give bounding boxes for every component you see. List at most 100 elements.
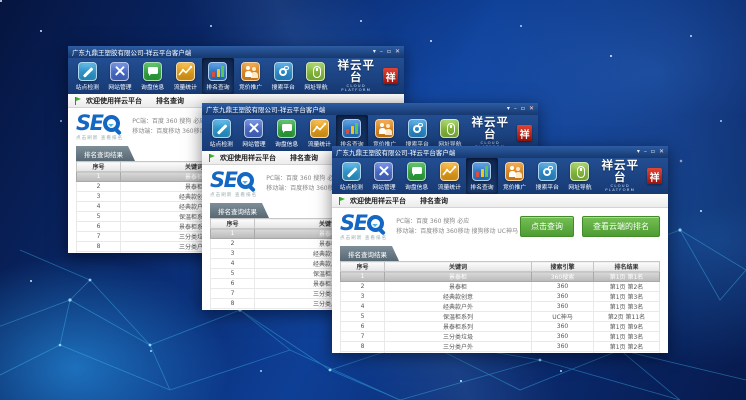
query-button[interactable]: 点击查询 (520, 216, 574, 237)
brand-name: 祥云平台 (332, 60, 380, 83)
column-header-rank: 排名结果 (594, 262, 660, 272)
skin-button[interactable]: ▾ (373, 49, 376, 55)
toolbar-item-label: 排名查询 (206, 82, 229, 91)
close-button[interactable]: ✕ (395, 49, 400, 55)
toolbar-item-site-nav[interactable]: 网址导航 (564, 158, 597, 194)
toolbar-item-search-platform[interactable]: 搜索平台 (531, 158, 564, 194)
window-title: 广东九鼎王塑胶有限公司-祥云平台客户端 (336, 147, 455, 157)
results-table: 序号 关键词 搜索引擎 排名结果 1景泰柜360搜索第1页 第1名2景泰柜360… (340, 261, 660, 353)
app-window[interactable]: 广东九鼎王塑胶有限公司-祥云平台客户端 ▾ – ▫ ✕ 站点检测 网站管理 询盘… (332, 146, 668, 353)
tools-icon (374, 162, 393, 181)
seo-logo-text: SE (210, 170, 236, 191)
table-row[interactable]: 1景泰柜360搜索第1页 第1名 (341, 272, 660, 282)
results-tab[interactable]: 排名查询结果 (76, 146, 135, 161)
skin-button[interactable]: ▾ (507, 106, 510, 112)
pencil-icon (342, 162, 361, 181)
seo-logo-tagline: 点击刷新 查看排名 (76, 135, 123, 141)
compass-icon (408, 119, 427, 138)
table-row[interactable]: 6景泰柜系列360第1页 第9名 (341, 322, 660, 332)
maximize-button[interactable]: ▫ (387, 49, 391, 55)
bar-chart-icon (472, 162, 491, 181)
titlebar[interactable]: 广东九鼎王塑胶有限公司-祥云平台客户端 ▾ – ▫ ✕ (68, 46, 404, 58)
engine-info: PC端：百度 360 搜狗 必应 移动端：百度移动 360移动 搜狗移动 UC神… (396, 217, 518, 236)
line-chart-icon (440, 162, 459, 181)
table-row[interactable]: 2景泰柜360第1页 第2名 (341, 282, 660, 292)
skin-button[interactable]: ▾ (637, 149, 640, 155)
minimize-button[interactable]: – (644, 149, 647, 155)
maximize-button[interactable]: ▫ (651, 149, 655, 155)
toolbar-item-label: 站点检测 (76, 82, 99, 91)
table-row[interactable]: 7三分类垃圾360第1页 第3名 (341, 332, 660, 342)
line-chart-icon (176, 62, 195, 81)
toolbar-item-inquiry-info[interactable]: 询盘信息 (400, 158, 433, 194)
results-table-body: 1景泰柜360搜索第1页 第1名2景泰柜360第1页 第2名3经典款创意360第… (341, 272, 660, 354)
brand-seal: 祥 (647, 168, 662, 184)
table-row[interactable]: 9智能垃圾房搜狗第1页 第3名 (341, 352, 660, 354)
toolbar-item-rank-query[interactable]: 排名查询 (466, 158, 499, 194)
message-icon (143, 62, 162, 81)
mouse-icon (570, 162, 589, 181)
toolbar-item-site-manage[interactable]: 网站管理 (368, 158, 401, 194)
toolbar-item-site-manage[interactable]: 网站管理 (238, 115, 271, 151)
toolbar-item-traffic-stats[interactable]: 流量统计 (303, 115, 336, 151)
brand-name: 祥云平台 (466, 117, 514, 140)
desktop-background: 广东九鼎王塑胶有限公司-祥云平台客户端 ▾ – ▫ ✕ 站点检测 网站管理 询盘… (0, 0, 746, 400)
toolbar-item-traffic-stats[interactable]: 流量统计 (433, 158, 466, 194)
mouse-icon (306, 62, 325, 81)
toolbar-item-label: 流量统计 (308, 139, 331, 148)
toolbar-item-site-manage[interactable]: 网站管理 (104, 58, 137, 94)
toolbar-item-label: 站点检测 (340, 182, 363, 191)
minimize-button[interactable]: – (514, 106, 517, 112)
pencil-icon (212, 119, 231, 138)
toolbar-item-traffic-stats[interactable]: 流量统计 (169, 58, 202, 94)
toolbar-item-site-check[interactable]: 站点检测 (71, 58, 104, 94)
bar-chart-icon (208, 62, 227, 81)
toolbar-item-ppc-promo[interactable]: 竞价推广 (498, 158, 531, 194)
table-row[interactable]: 8三分类户外360第1页 第2名 (341, 342, 660, 352)
seo-logo-tagline: 点击刷新 查看排名 (340, 235, 387, 241)
magnifier-icon (237, 172, 254, 189)
close-button[interactable]: ✕ (529, 106, 534, 112)
table-header-row: 序号 关键词 搜索引擎 排名结果 (341, 262, 660, 272)
magnifier-icon (103, 115, 120, 132)
message-icon (277, 119, 296, 138)
seo-logo: SE 点击刷新 查看排名 (210, 170, 257, 198)
table-row[interactable]: 5保温柜系列UC神马第2页 第11名 (341, 312, 660, 322)
toolbar-item-label: 询盘信息 (275, 139, 298, 148)
toolbar-item-label: 网址导航 (304, 82, 327, 91)
toolbar: 站点检测 网站管理 询盘信息 流量统计 排名查询 (68, 58, 404, 94)
titlebar[interactable]: 广东九鼎王塑胶有限公司-祥云平台客户端 ▾ – ▫ ✕ (202, 103, 538, 115)
toolbar-item-site-check[interactable]: 站点检测 (335, 158, 368, 194)
toolbar-item-rank-query[interactable]: 排名查询 (202, 58, 235, 94)
toolbar-item-site-check[interactable]: 站点检测 (205, 115, 238, 151)
breadcrumb: 欢迎使用祥云平台 排名查询 (332, 194, 668, 208)
toolbar-item-inquiry-info[interactable]: 询盘信息 (136, 58, 169, 94)
column-header-no: 序号 (77, 162, 121, 172)
brand-logo: 祥云平台 CLOUD PLATFORM 祥 (596, 158, 665, 194)
toolbar-item-ppc-promo[interactable]: 竞价推广 (234, 58, 267, 94)
compass-icon (274, 62, 293, 81)
pencil-icon (78, 62, 97, 81)
maximize-button[interactable]: ▫ (521, 106, 525, 112)
column-header-keyword: 关键词 (385, 262, 532, 272)
toolbar-item-label: 询盘信息 (405, 182, 428, 191)
view-cloud-rank-button[interactable]: 查看云端的排名 (582, 216, 660, 237)
titlebar[interactable]: 广东九鼎王塑胶有限公司-祥云平台客户端 ▾ – ▫ ✕ (332, 146, 668, 158)
toolbar-item-label: 排名查询 (470, 182, 493, 191)
close-button[interactable]: ✕ (659, 149, 664, 155)
message-icon (407, 162, 426, 181)
table-row[interactable]: 3经典款创意360第1页 第3名 (341, 292, 660, 302)
results-tab[interactable]: 排名查询结果 (340, 246, 399, 261)
breadcrumb-section: 排名查询 (156, 96, 184, 106)
brand-seal: 祥 (517, 125, 532, 141)
results-tab[interactable]: 排名查询结果 (210, 203, 269, 218)
seo-logo-text: SE (340, 213, 366, 234)
toolbar-item-label: 网站管理 (242, 139, 265, 148)
toolbar-item-search-platform[interactable]: 搜索平台 (267, 58, 300, 94)
toolbar-item-label: 搜索平台 (272, 82, 295, 91)
window-title: 广东九鼎王塑胶有限公司-祥云平台客户端 (72, 47, 191, 57)
toolbar-item-inquiry-info[interactable]: 询盘信息 (270, 115, 303, 151)
toolbar-item-site-nav[interactable]: 网址导航 (300, 58, 333, 94)
minimize-button[interactable]: – (380, 49, 383, 55)
table-row[interactable]: 4经典款户外360第1页 第3名 (341, 302, 660, 312)
